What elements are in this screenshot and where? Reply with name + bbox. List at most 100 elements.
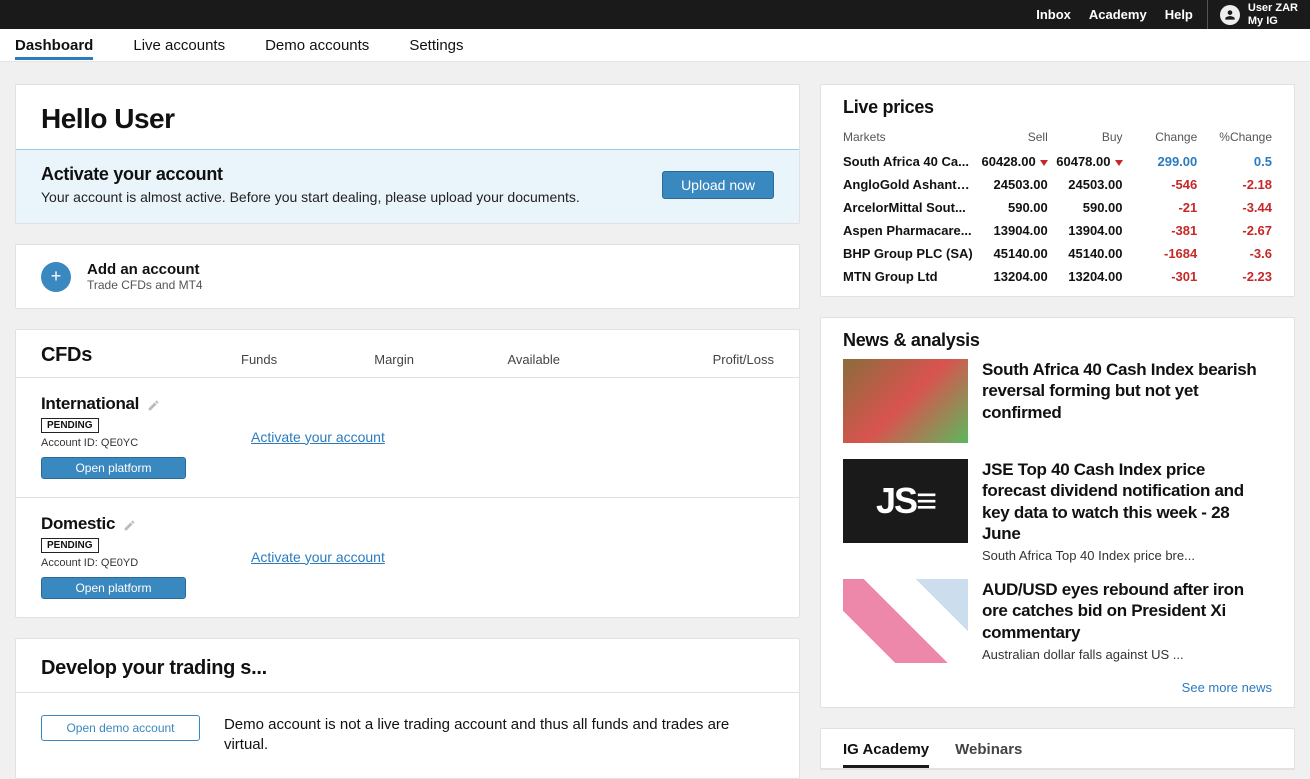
status-badge: PENDING (41, 418, 99, 433)
news-summary: South Africa Top 40 Index price bre... (982, 548, 1272, 563)
activate-account-link[interactable]: Activate your account (251, 549, 385, 565)
edit-icon[interactable] (123, 516, 136, 532)
hello-card: Hello User Activate your account Your ac… (15, 84, 800, 224)
buy-price: 13904.00 (1048, 223, 1123, 238)
cfds-card: CFDs Funds Margin Available Profit/Loss … (15, 329, 800, 618)
buy-price: 590.00 (1048, 200, 1123, 215)
col-sell: Sell (973, 130, 1048, 144)
buy-price: 24503.00 (1048, 177, 1123, 192)
account-id: Account ID: QE0YD (41, 557, 241, 569)
open-platform-button[interactable]: Open platform (41, 457, 186, 479)
sell-price: 24503.00 (973, 177, 1048, 192)
live-prices-title: Live prices (821, 85, 1294, 126)
upload-now-button[interactable]: Upload now (662, 171, 774, 199)
col-profit-loss: Profit/Loss (641, 352, 774, 367)
price-row[interactable]: Aspen Pharmacare...13904.0013904.00-381-… (821, 219, 1294, 242)
market-name: BHP Group PLC (SA) (843, 246, 973, 261)
news-card: News & analysis South Africa 40 Cash Ind… (820, 317, 1295, 708)
nav-academy[interactable]: Academy (1089, 7, 1147, 22)
pct-change-value: -2.18 (1197, 177, 1272, 192)
news-headline: AUD/USD eyes rebound after iron ore catc… (982, 579, 1272, 643)
academy-card: IG Academy Webinars (820, 728, 1295, 770)
price-row[interactable]: South Africa 40 Ca...60428.0060478.00299… (821, 150, 1294, 173)
activate-title: Activate your account (41, 164, 580, 185)
live-prices-card: Live prices Markets Sell Buy Change %Cha… (820, 84, 1295, 297)
sell-price: 13204.00 (973, 269, 1048, 284)
account-id: Account ID: QE0YC (41, 437, 241, 449)
price-row[interactable]: AngloGold Ashanti ...24503.0024503.00-54… (821, 173, 1294, 196)
sell-price: 13904.00 (973, 223, 1048, 238)
change-value: -546 (1123, 177, 1198, 192)
change-value: -301 (1123, 269, 1198, 284)
add-account-subtitle: Trade CFDs and MT4 (87, 278, 203, 292)
market-name: Aspen Pharmacare... (843, 223, 973, 238)
activate-desc: Your account is almost active. Before yo… (41, 189, 580, 205)
price-row[interactable]: ArcelorMittal Sout...590.00590.00-21-3.4… (821, 196, 1294, 219)
col-change: Change (1123, 130, 1198, 144)
activate-account-link[interactable]: Activate your account (251, 429, 385, 445)
news-item[interactable]: South Africa 40 Cash Index bearish rever… (843, 359, 1272, 459)
news-thumbnail: JS≡ (843, 459, 968, 543)
edit-icon[interactable] (147, 396, 160, 412)
market-name: MTN Group Ltd (843, 269, 973, 284)
cfds-title: CFDs (41, 344, 241, 367)
down-arrow-icon (1040, 160, 1048, 166)
tab-dashboard[interactable]: Dashboard (15, 31, 93, 60)
price-row[interactable]: MTN Group Ltd13204.0013204.00-301-2.23 (821, 265, 1294, 288)
tab-live-accounts[interactable]: Live accounts (133, 31, 225, 60)
myig-text: My IG (1248, 15, 1298, 27)
buy-price: 60478.00 (1048, 154, 1123, 169)
market-name: ArcelorMittal Sout... (843, 200, 973, 215)
tab-ig-academy[interactable]: IG Academy (843, 741, 929, 768)
user-menu[interactable]: User ZAR My IG (1207, 0, 1310, 29)
col-available: Available (508, 352, 641, 367)
col-funds: Funds (241, 352, 374, 367)
change-value: -21 (1123, 200, 1198, 215)
news-thumbnail (843, 579, 968, 663)
news-item[interactable]: JS≡JSE Top 40 Cash Index price forecast … (843, 459, 1272, 579)
tab-settings[interactable]: Settings (409, 31, 463, 60)
sell-price: 45140.00 (973, 246, 1048, 261)
plus-icon[interactable]: + (41, 262, 71, 292)
change-value: -1684 (1123, 246, 1198, 261)
nav-help[interactable]: Help (1165, 7, 1193, 22)
develop-card: Develop your trading s... Open demo acco… (15, 638, 800, 779)
account-name: International (41, 394, 139, 414)
col-markets: Markets (843, 130, 973, 144)
sell-price: 60428.00 (973, 154, 1048, 169)
tab-webinars[interactable]: Webinars (955, 741, 1022, 768)
main-nav: Dashboard Live accounts Demo accounts Se… (0, 29, 1310, 62)
username-text: User ZAR (1248, 2, 1298, 14)
add-account-card[interactable]: + Add an account Trade CFDs and MT4 (15, 244, 800, 309)
develop-title: Develop your trading s... (16, 639, 799, 693)
news-headline: JSE Top 40 Cash Index price forecast div… (982, 459, 1272, 544)
buy-price: 45140.00 (1048, 246, 1123, 261)
news-thumbnail (843, 359, 968, 443)
nav-inbox[interactable]: Inbox (1036, 7, 1071, 22)
avatar-icon (1220, 5, 1240, 25)
account-row: Domestic PENDING Account ID: QE0YD Open … (16, 498, 799, 617)
news-title: News & analysis (821, 318, 1294, 359)
pct-change-value: -3.44 (1197, 200, 1272, 215)
develop-desc: Demo account is not a live trading accou… (224, 715, 774, 756)
change-value: -381 (1123, 223, 1198, 238)
sell-price: 590.00 (973, 200, 1048, 215)
news-headline: South Africa 40 Cash Index bearish rever… (982, 359, 1272, 423)
market-name: AngloGold Ashanti ... (843, 177, 973, 192)
status-badge: PENDING (41, 538, 99, 553)
market-name: South Africa 40 Ca... (843, 154, 973, 169)
news-item[interactable]: AUD/USD eyes rebound after iron ore catc… (843, 579, 1272, 679)
change-value: 299.00 (1123, 154, 1198, 169)
col-pct-change: %Change (1197, 130, 1272, 144)
pct-change-value: 0.5 (1197, 154, 1272, 169)
see-more-news-link[interactable]: See more news (1182, 680, 1272, 695)
open-demo-button[interactable]: Open demo account (41, 715, 200, 741)
open-platform-button[interactable]: Open platform (41, 577, 186, 599)
pct-change-value: -2.23 (1197, 269, 1272, 284)
col-margin: Margin (374, 352, 507, 367)
news-summary: Australian dollar falls against US ... (982, 647, 1272, 662)
tab-demo-accounts[interactable]: Demo accounts (265, 31, 369, 60)
price-row[interactable]: BHP Group PLC (SA)45140.0045140.00-1684-… (821, 242, 1294, 265)
greeting-text: Hello User (16, 85, 799, 149)
buy-price: 13204.00 (1048, 269, 1123, 284)
